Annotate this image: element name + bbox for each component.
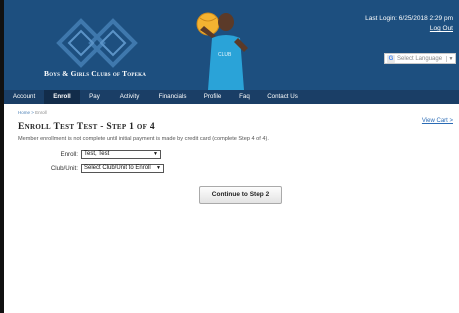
nav-financials[interactable]: Financials: [150, 90, 195, 104]
chevron-down-icon: ▼: [156, 165, 161, 171]
org-name: Boys & Girls Clubs of Topeka: [44, 69, 147, 78]
main-nav: Account Enroll Pay Activity Financials P…: [4, 90, 459, 104]
svg-text:CLUB: CLUB: [218, 52, 232, 58]
enroll-label: Enroll:: [60, 151, 78, 158]
nav-activity[interactable]: Activity: [109, 90, 150, 104]
continue-to-step-2-button[interactable]: Continue to Step 2: [199, 186, 282, 204]
breadcrumb: Home > Enroll: [18, 110, 47, 115]
page-title: Enroll Test Test - Step 1 of 4: [18, 122, 155, 132]
header-banner: Boys & Girls Clubs of Topeka CLUB Last L…: [4, 0, 459, 90]
language-select[interactable]: G Select Language ▼: [384, 53, 456, 64]
nav-enroll[interactable]: Enroll: [44, 90, 80, 104]
clubs-logo-icon: [51, 13, 143, 74]
breadcrumb-home[interactable]: Home: [18, 110, 30, 115]
club-unit-select[interactable]: Select Club/Unit to Enroll ▼: [81, 164, 164, 173]
breadcrumb-current: Enroll: [35, 110, 47, 115]
nav-account[interactable]: Account: [4, 90, 44, 104]
enroll-member-value: Test, Test: [84, 151, 110, 157]
language-select-label: Select Language: [397, 55, 443, 62]
nav-pay[interactable]: Pay: [80, 90, 109, 104]
club-unit-value: Select Club/Unit to Enroll: [84, 165, 151, 171]
child-with-ball-image: CLUB: [190, 8, 252, 90]
page-frame: Boys & Girls Clubs of Topeka CLUB Last L…: [4, 0, 459, 313]
google-translate-icon: G: [387, 54, 395, 63]
logout-link[interactable]: Log Out: [365, 24, 453, 34]
login-info: Last Login: 6/25/2018 2:29 pm Log Out: [365, 14, 453, 34]
chevron-down-icon: ▼: [446, 55, 455, 62]
enroll-member-select[interactable]: Test, Test ▼: [81, 150, 161, 159]
enrollment-note: Member enrollment is not complete until …: [18, 136, 269, 142]
nav-contact-us[interactable]: Contact Us: [259, 90, 306, 104]
last-login-text: Last Login: 6/25/2018 2:29 pm: [365, 15, 453, 22]
club-unit-label: Club/Unit:: [50, 165, 78, 172]
nav-faq[interactable]: Faq: [230, 90, 259, 104]
chevron-down-icon: ▼: [153, 151, 158, 157]
nav-profile[interactable]: Profile: [195, 90, 230, 104]
view-cart-link[interactable]: View Cart >: [422, 118, 453, 124]
